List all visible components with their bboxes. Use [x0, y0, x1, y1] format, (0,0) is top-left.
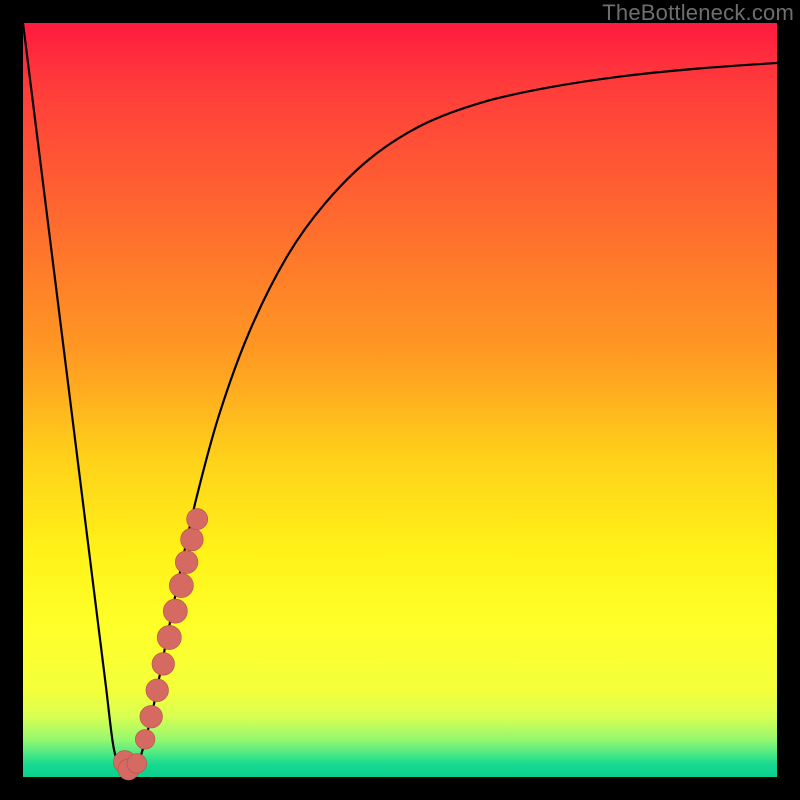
plot-area [23, 23, 777, 777]
data-point [127, 754, 147, 774]
data-point [169, 573, 193, 597]
data-point [135, 730, 155, 750]
watermark-text: TheBottleneck.com [602, 0, 794, 26]
data-points [113, 509, 207, 780]
data-point [163, 599, 187, 623]
data-point [152, 653, 175, 676]
data-point [175, 551, 198, 574]
chart-frame: TheBottleneck.com [0, 0, 800, 800]
data-point [181, 528, 204, 551]
chart-svg [23, 23, 777, 777]
data-point [157, 625, 181, 649]
data-point [146, 679, 169, 702]
data-point [140, 705, 163, 728]
data-point [187, 509, 208, 530]
bottleneck-curve [23, 23, 777, 775]
